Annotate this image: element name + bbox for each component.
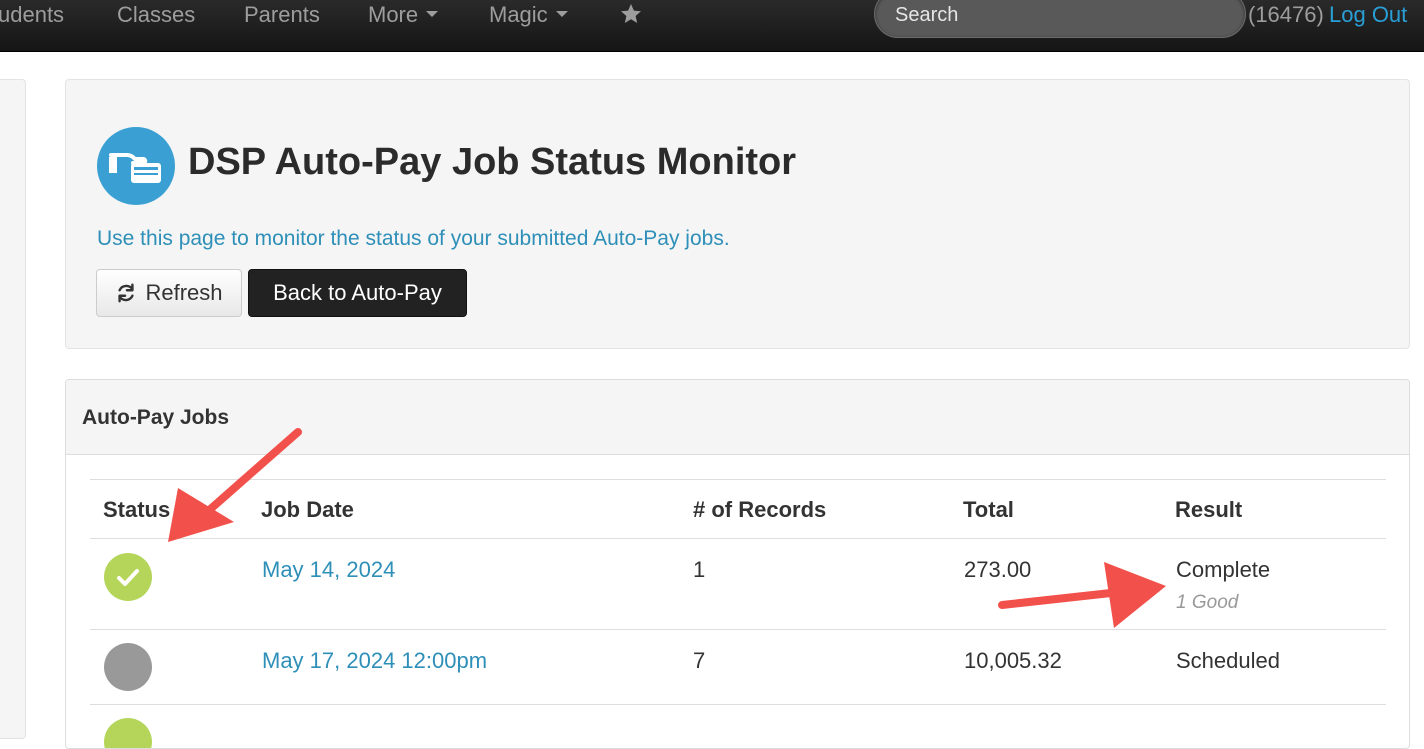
page-title: DSP Auto-Pay Job Status Monitor (188, 141, 797, 183)
nav-more[interactable]: More (368, 2, 439, 28)
job-result: Complete (1176, 557, 1271, 582)
refresh-icon (118, 283, 135, 303)
jobs-panel: Auto-Pay Jobs Status Job Date # of Recor… (65, 379, 1410, 749)
table-row: May 17, 2024 12:00pm 7 10,005.32 Schedul… (90, 630, 1386, 704)
job-result: Scheduled (1176, 648, 1280, 673)
column-header-total[interactable]: Total (963, 498, 1014, 522)
records-count: 7 (693, 648, 706, 673)
chevron-down-icon (555, 11, 568, 18)
nav-classes[interactable]: Classes (117, 2, 195, 28)
column-header-result[interactable]: Result (1175, 498, 1242, 522)
status-complete-icon (104, 718, 152, 748)
search-box (874, 0, 1246, 38)
nav-more-label: More (368, 2, 419, 27)
user-id: (16476) (1248, 2, 1324, 27)
status-complete-icon (104, 553, 152, 601)
column-header-records[interactable]: # of Records (693, 498, 826, 522)
jobs-panel-header: Auto-Pay Jobs (66, 380, 1409, 455)
table-row: May 14, 2024 1 273.00 Complete 1 Good (90, 539, 1386, 629)
side-panel (0, 79, 26, 739)
table-border (90, 479, 1386, 480)
chevron-down-icon (426, 11, 439, 18)
logout-link[interactable]: Log Out (1329, 2, 1407, 28)
column-header-job-date[interactable]: Job Date (261, 498, 354, 522)
job-total: 10,005.32 (964, 648, 1062, 673)
status-scheduled-icon (104, 643, 152, 691)
job-result-detail: 1 Good (1176, 592, 1239, 613)
search-input[interactable] (895, 1, 1225, 29)
column-header-status[interactable]: Status (103, 498, 170, 522)
job-date-link[interactable]: May 17, 2024 12:00pm (262, 648, 487, 674)
jobs-panel-title: Auto-Pay Jobs (82, 406, 230, 429)
top-navbar: udents Classes Parents More Magic (16476… (0, 0, 1424, 52)
payment-card-hand-icon (97, 127, 175, 205)
nav-students[interactable]: udents (0, 2, 64, 28)
nav-parents[interactable]: Parents (244, 2, 320, 28)
nav-magic[interactable]: Magic (489, 2, 568, 28)
page-subtitle: Use this page to monitor the status of y… (97, 227, 730, 250)
job-date-link[interactable]: May 14, 2024 (262, 557, 395, 583)
table-row (90, 705, 1386, 748)
back-to-autopay-button[interactable]: Back to Auto-Pay (248, 269, 467, 317)
refresh-button[interactable]: Refresh (96, 269, 242, 317)
page-header: DSP Auto-Pay Job Status Monitor Use this… (65, 79, 1410, 349)
records-count: 1 (693, 557, 706, 582)
star-icon[interactable] (619, 2, 643, 26)
nav-magic-label: Magic (489, 2, 548, 27)
refresh-label: Refresh (145, 280, 223, 305)
job-total: 273.00 (964, 557, 1032, 582)
